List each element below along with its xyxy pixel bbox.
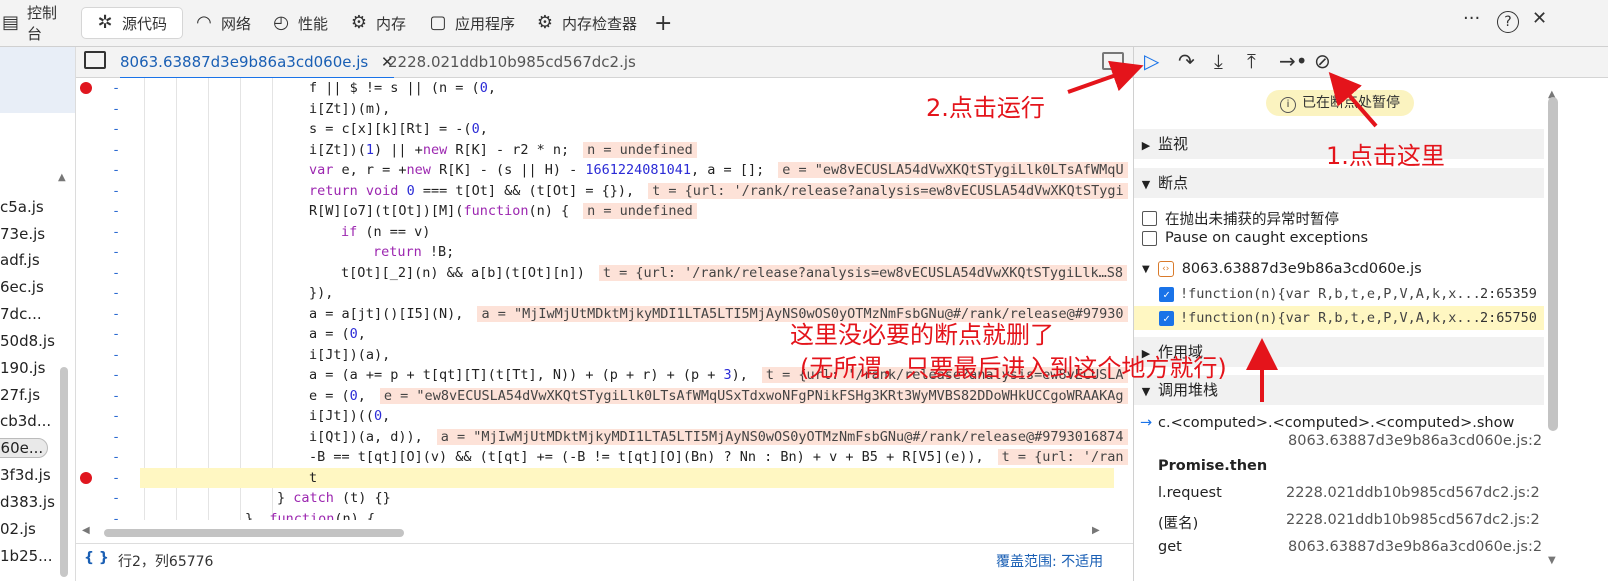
annotation-click-here: 1.点击这里 bbox=[1326, 142, 1445, 170]
annotation-delete-note-1: 这里没必要的断点就删了 bbox=[790, 321, 1054, 349]
click-here-arrow bbox=[1328, 71, 1378, 128]
annotation-arrows bbox=[1067, 60, 1378, 402]
annotation-run: 2.点击运行 bbox=[926, 94, 1045, 122]
run-arrow bbox=[1067, 60, 1144, 94]
annotation-delete-note-2: (无所谓，只要最后进入到这个地方就行) bbox=[800, 354, 1227, 382]
